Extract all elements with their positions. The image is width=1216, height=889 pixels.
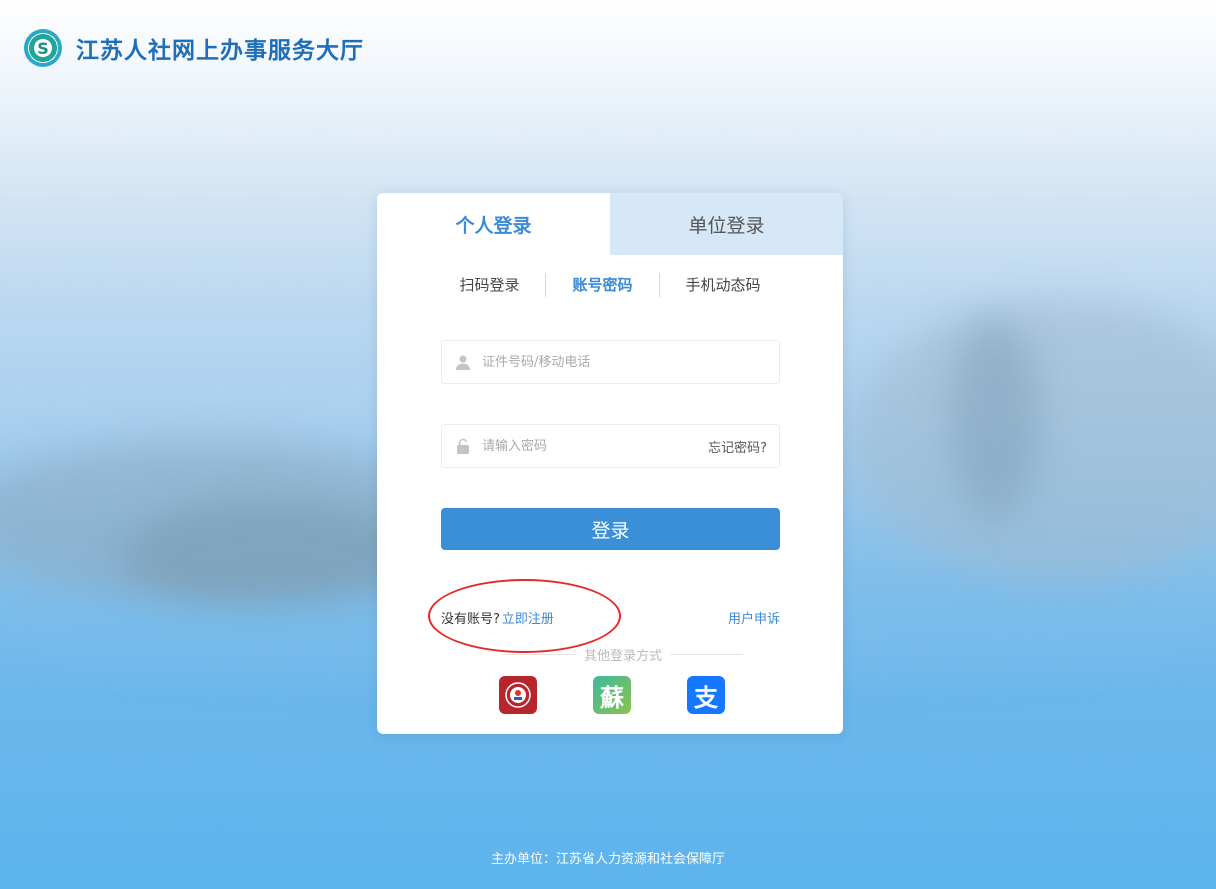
- social-security-logo-icon: S: [24, 29, 62, 67]
- username-field: [441, 340, 780, 384]
- su-app-icon[interactable]: 蘇: [593, 676, 631, 714]
- tab-personal-login[interactable]: 个人登录: [377, 193, 610, 255]
- tab-unit-login[interactable]: 单位登录: [610, 193, 843, 255]
- site-title: 江苏人社网上办事服务大厅: [76, 37, 364, 64]
- government-app-icon[interactable]: [499, 676, 537, 714]
- tab-qrcode-login[interactable]: 扫码登录: [433, 273, 545, 297]
- alipay-icon[interactable]: 支: [687, 676, 725, 714]
- login-type-tabs: 个人登录 单位登录: [377, 193, 843, 255]
- forgot-password-link[interactable]: 忘记密码?: [708, 437, 767, 456]
- tab-sms-code[interactable]: 手机动态码: [660, 273, 787, 297]
- lock-icon: [454, 437, 472, 455]
- username-input[interactable]: [480, 353, 779, 371]
- highlight-annotation-oval: [428, 579, 621, 653]
- password-input[interactable]: [480, 437, 709, 455]
- other-login-label: 其他登录方式: [584, 649, 663, 664]
- tab-account-password[interactable]: 账号密码: [546, 273, 658, 297]
- site-header: S 江苏人社网上办事服务大厅: [24, 28, 364, 68]
- divider-line: [670, 654, 744, 655]
- footer-organizer: 主办单位：江苏省人力资源和社会保障厅: [490, 852, 725, 867]
- third-party-login-icons: 蘇 支: [499, 676, 725, 714]
- login-method-tabs: 扫码登录 账号密码 手机动态码: [377, 272, 843, 298]
- user-complaint-link[interactable]: 用户申诉: [728, 608, 780, 627]
- login-card: 个人登录 单位登录 扫码登录 账号密码 手机动态码 忘记密码? 登录 没有账号?…: [377, 193, 843, 734]
- other-login-divider: 其他登录方式: [503, 645, 744, 664]
- divider-line: [503, 654, 576, 655]
- password-field: 忘记密码?: [441, 424, 780, 468]
- login-button[interactable]: 登录: [441, 508, 780, 550]
- user-icon: [454, 353, 472, 371]
